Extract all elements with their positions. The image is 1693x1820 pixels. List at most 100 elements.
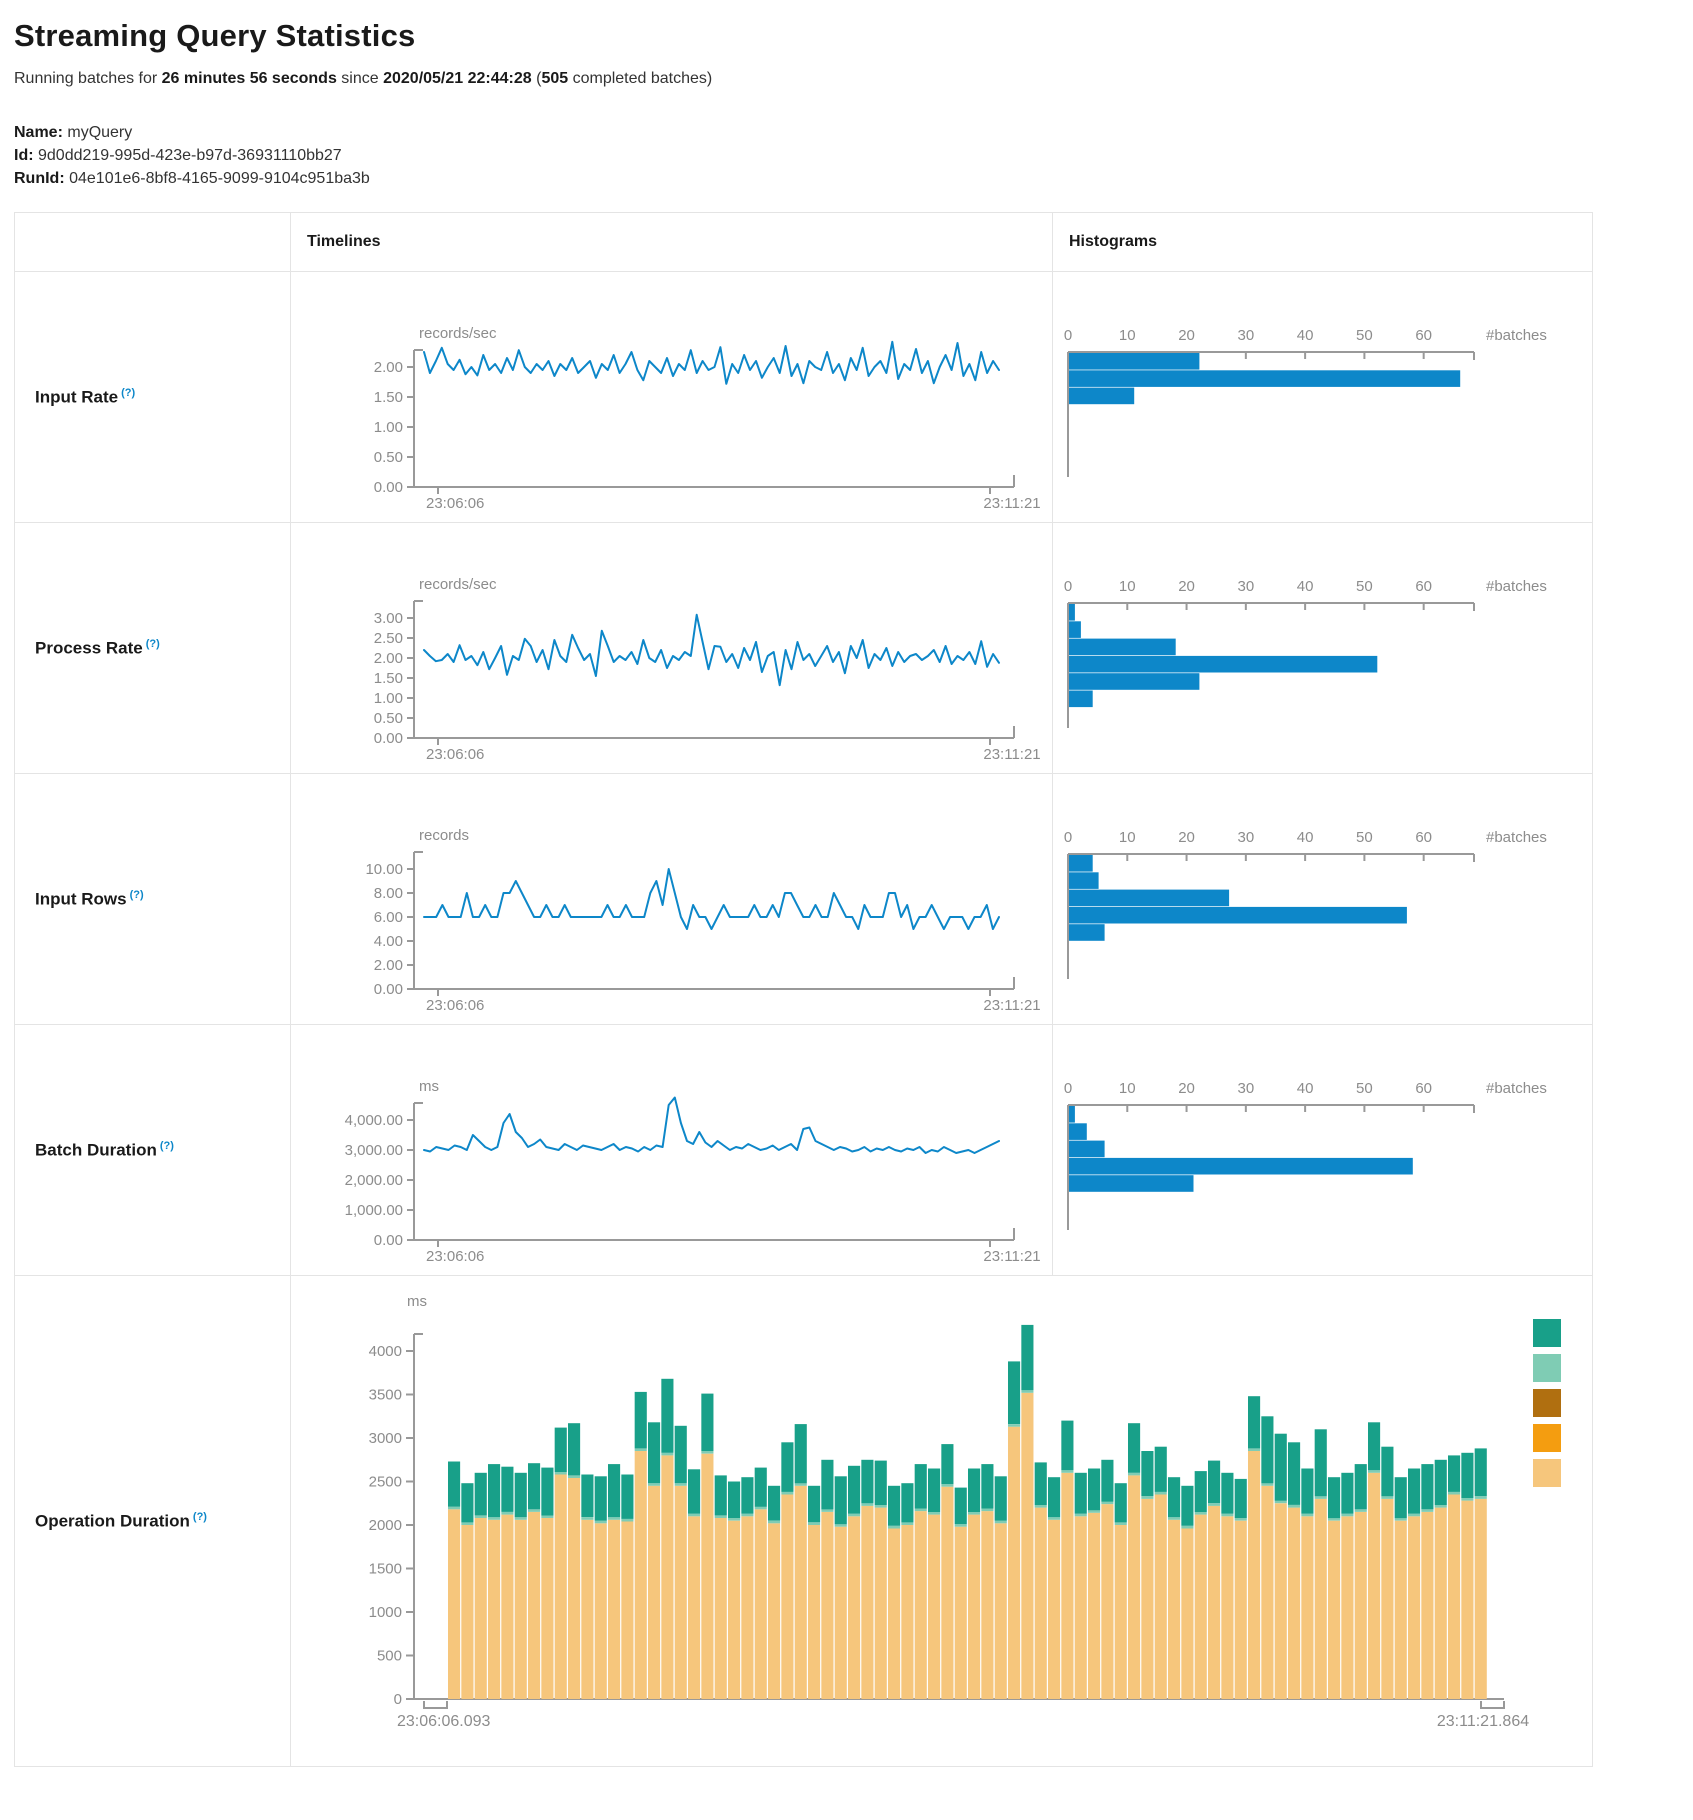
- svg-text:20: 20: [1178, 1080, 1195, 1097]
- process-rate-timeline-chart: records/sec3.002.502.001.501.000.500.002…: [291, 523, 1053, 773]
- svg-text:500: 500: [377, 1648, 402, 1665]
- svg-text:10: 10: [1119, 578, 1136, 595]
- metric-name: Process Rate: [35, 638, 143, 657]
- id-value: 9d0dd219-995d-423e-b97d-36931110bb27: [38, 147, 342, 164]
- input-rows-histogram-chart: 0102030405060#batches: [1053, 774, 1593, 1024]
- svg-text:60: 60: [1415, 829, 1432, 846]
- metric-name: Batch Duration: [35, 1140, 157, 1159]
- table-row-operation-duration: Operation Duration(?) ms4000350030002500…: [15, 1276, 1593, 1767]
- legend: [1533, 1319, 1561, 1487]
- svg-text:1.00: 1.00: [374, 419, 403, 436]
- svg-text:0: 0: [1064, 578, 1072, 595]
- svg-text:50: 50: [1356, 327, 1373, 344]
- y-axis-unit-label: records/sec: [419, 576, 497, 593]
- svg-text:6.00: 6.00: [374, 909, 403, 926]
- input-rate-label: Input Rate(?): [15, 272, 291, 523]
- table-header-row: Timelines Histograms: [15, 213, 1593, 272]
- help-icon[interactable]: (?): [146, 638, 160, 650]
- help-icon[interactable]: (?): [121, 387, 135, 399]
- svg-text:1,000.00: 1,000.00: [345, 1202, 403, 1219]
- batches-unit-label: #batches: [1486, 327, 1547, 344]
- query-id-line: Id: 9d0dd219-995d-423e-b97d-36931110bb27: [14, 147, 1679, 165]
- x-axis-end-label: 23:11:21: [983, 746, 1040, 763]
- svg-text:40: 40: [1297, 578, 1314, 595]
- operation-duration-label: Operation Duration(?): [15, 1276, 291, 1767]
- table-row-input-rows: Input Rows(?) records10.008.006.004.002.…: [15, 774, 1593, 1025]
- svg-text:1.50: 1.50: [374, 670, 403, 687]
- help-icon[interactable]: (?): [130, 889, 144, 901]
- x-axis-end-label: 23:11:21: [983, 495, 1040, 512]
- svg-text:2000: 2000: [369, 1517, 402, 1534]
- svg-text:10: 10: [1119, 1080, 1136, 1097]
- svg-text:3000: 3000: [369, 1430, 402, 1447]
- batch-duration-label: Batch Duration(?): [15, 1025, 291, 1276]
- x-axis-end-label: 23:11:21.864: [1437, 1713, 1529, 1730]
- svg-text:30: 30: [1237, 327, 1254, 344]
- svg-text:1.00: 1.00: [374, 690, 403, 707]
- metric-name: Input Rate: [35, 387, 118, 406]
- svg-text:3,000.00: 3,000.00: [345, 1142, 403, 1159]
- batches-unit-label: #batches: [1486, 1080, 1547, 1097]
- running-batches-summary: Running batches for 26 minutes 56 second…: [14, 70, 1679, 88]
- svg-text:0: 0: [394, 1691, 402, 1708]
- svg-text:2.00: 2.00: [374, 957, 403, 974]
- summary-mid: since: [337, 70, 383, 87]
- help-icon[interactable]: (?): [193, 1511, 207, 1523]
- line-series: [424, 869, 999, 929]
- svg-text:8.00: 8.00: [374, 885, 403, 902]
- query-name-line: Name: myQuery: [14, 124, 1679, 142]
- svg-text:50: 50: [1356, 578, 1373, 595]
- running-duration: 26 minutes 56 seconds: [162, 70, 337, 87]
- svg-text:1000: 1000: [369, 1604, 402, 1621]
- svg-text:4.00: 4.00: [374, 933, 403, 950]
- process-rate-label: Process Rate(?): [15, 523, 291, 774]
- runid-label: RunId:: [14, 170, 65, 187]
- summary-prefix: Running batches for: [14, 70, 162, 87]
- summary-paren: (: [532, 70, 542, 87]
- x-axis-start-label: 23:06:06: [426, 997, 484, 1014]
- svg-text:3500: 3500: [369, 1387, 402, 1404]
- y-axis-unit-label: records: [419, 827, 469, 844]
- query-runid-line: RunId: 04e101e6-8bf8-4165-9099-9104c951b…: [14, 170, 1679, 188]
- svg-text:60: 60: [1415, 327, 1432, 344]
- svg-text:40: 40: [1297, 327, 1314, 344]
- process-rate-histogram-chart: 0102030405060#batches: [1053, 523, 1593, 773]
- table-row-input-rate: Input Rate(?) records/sec2.001.501.000.5…: [15, 272, 1593, 523]
- histograms-column-header: Histograms: [1053, 213, 1593, 272]
- svg-text:3.00: 3.00: [374, 610, 403, 627]
- help-icon[interactable]: (?): [160, 1140, 174, 1152]
- y-axis-unit-label: records/sec: [419, 325, 497, 342]
- runid-value: 04e101e6-8bf8-4165-9099-9104c951ba3b: [69, 170, 370, 187]
- svg-text:40: 40: [1297, 1080, 1314, 1097]
- legend-swatch: [1533, 1424, 1561, 1452]
- page-title: Streaming Query Statistics: [14, 18, 1679, 54]
- svg-text:20: 20: [1178, 829, 1195, 846]
- legend-swatch: [1533, 1389, 1561, 1417]
- line-series: [424, 615, 999, 685]
- query-metadata: Name: myQuery Id: 9d0dd219-995d-423e-b97…: [14, 124, 1679, 188]
- table-row-process-rate: Process Rate(?) records/sec3.002.502.001…: [15, 523, 1593, 774]
- svg-text:1500: 1500: [369, 1561, 402, 1578]
- x-axis-start-label: 23:06:06: [426, 746, 484, 763]
- histogram-bars: [1069, 353, 1460, 404]
- input-rows-label: Input Rows(?): [15, 774, 291, 1025]
- svg-text:2,000.00: 2,000.00: [345, 1172, 403, 1189]
- svg-text:50: 50: [1356, 1080, 1373, 1097]
- x-axis-end-label: 23:11:21: [983, 1248, 1040, 1265]
- svg-text:2500: 2500: [369, 1474, 402, 1491]
- svg-text:0.50: 0.50: [374, 449, 403, 466]
- batches-unit-label: #batches: [1486, 829, 1547, 846]
- completed-batch-count: 505: [541, 70, 568, 87]
- svg-text:0: 0: [1064, 327, 1072, 344]
- svg-text:0: 0: [1064, 829, 1072, 846]
- name-value: myQuery: [67, 124, 132, 141]
- histogram-bars: [1069, 855, 1407, 941]
- svg-text:20: 20: [1178, 327, 1195, 344]
- svg-text:0: 0: [1064, 1080, 1072, 1097]
- line-series: [424, 1098, 999, 1154]
- statistics-table: Timelines Histograms Input Rate(?) recor…: [14, 212, 1593, 1767]
- input-rows-timeline-chart: records10.008.006.004.002.000.0023:06:06…: [291, 774, 1053, 1024]
- svg-text:0.00: 0.00: [374, 730, 403, 747]
- svg-text:0.50: 0.50: [374, 710, 403, 727]
- input-rate-timeline-chart: records/sec2.001.501.000.500.0023:06:062…: [291, 272, 1053, 522]
